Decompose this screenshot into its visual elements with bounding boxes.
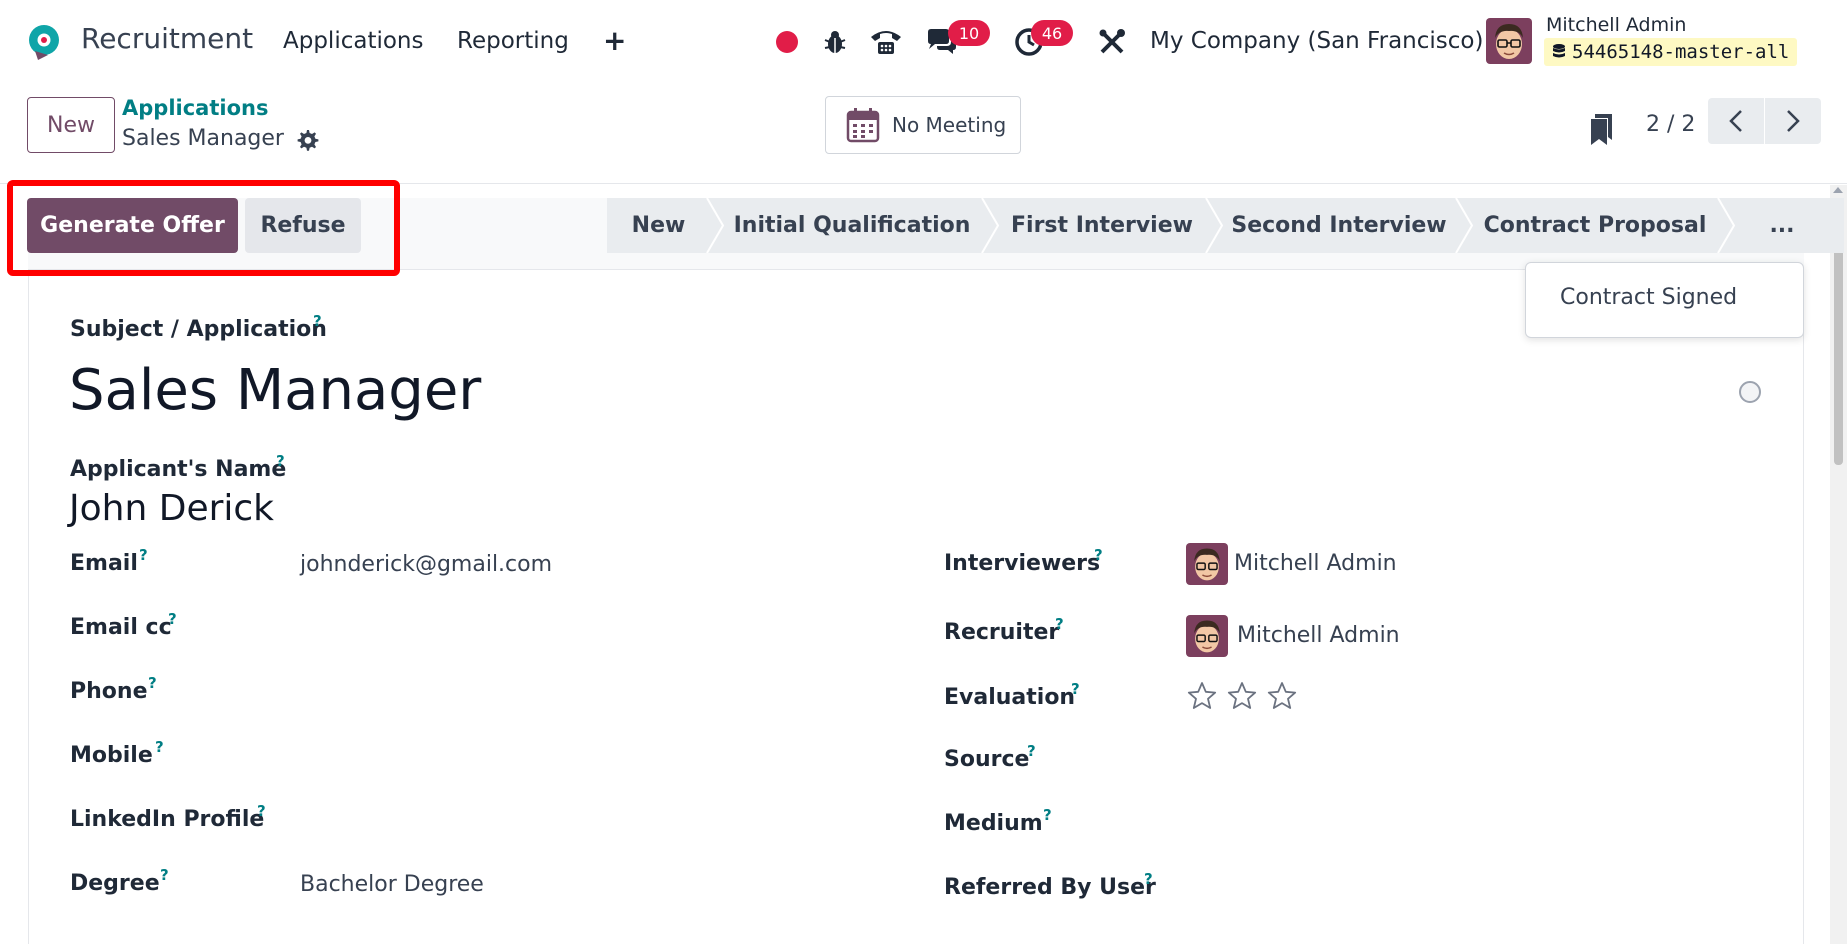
help-tooltip-icon[interactable]: ? [1055,615,1064,633]
refuse-button[interactable]: Refuse [245,198,361,253]
stage-new[interactable]: New [607,198,710,253]
star-icon[interactable] [1226,680,1258,712]
help-tooltip-icon[interactable]: ? [160,866,169,884]
pager-previous-button[interactable] [1708,98,1764,144]
control-panel: New Applications Sales Manager No Meetin… [0,84,1847,184]
recruitment-logo-icon[interactable] [24,22,64,62]
settings-tools-icon[interactable] [1097,24,1127,60]
help-tooltip-icon[interactable]: ? [1144,870,1153,888]
star-icon[interactable] [1186,680,1218,712]
database-name: 54465148-master-all [1572,41,1790,63]
help-tooltip-icon[interactable]: ? [155,738,164,756]
interviewers-label: Interviewers [944,551,1101,576]
help-tooltip-icon[interactable]: ? [1094,546,1103,564]
app-name[interactable]: Recruitment [81,22,253,55]
database-icon [1553,44,1565,58]
recruiter-avatar [1186,615,1228,657]
scroll-up-arrow-icon[interactable] [1833,187,1843,193]
stage-contract-signed[interactable]: Contract Signed [1560,285,1737,310]
activities-count-badge: 46 [1031,20,1073,46]
menu-reporting[interactable]: Reporting [457,28,569,54]
mobile-label: Mobile [70,743,153,768]
chevron-right-icon [1787,110,1800,132]
help-tooltip-icon[interactable]: ? [276,452,285,470]
meeting-label: No Meeting [892,113,1007,137]
help-tooltip-icon[interactable]: ? [148,674,157,692]
calendar-icon [846,108,880,143]
linkedin-profile-label: LinkedIn Profile [70,807,265,832]
stage-first-interview[interactable]: First Interview [996,198,1208,253]
source-label: Source [944,747,1030,772]
applicant-name-value[interactable]: John Derick [69,488,274,529]
phone-field[interactable] [300,680,860,708]
referred-by-user-label: Referred By User [944,875,1156,900]
recording-icon[interactable] [774,24,800,60]
bookmark-icon[interactable] [1590,112,1614,146]
help-tooltip-icon[interactable]: ? [1027,742,1036,760]
gear-icon[interactable] [295,128,319,152]
bug-icon[interactable] [820,24,850,60]
email-label: Email [70,551,138,576]
interviewers-field[interactable]: Mitchell Admin [1234,551,1397,576]
mobile-field[interactable] [300,744,860,772]
medium-label: Medium [944,811,1043,836]
subject-label: Subject / Application [70,317,327,342]
chevron-left-icon [1729,110,1742,132]
source-field[interactable] [1186,748,1746,776]
stage-contract-proposal[interactable]: Contract Proposal [1470,198,1720,253]
user-name[interactable]: Mitchell Admin [1546,14,1686,36]
star-icon[interactable] [1266,680,1298,712]
applicant-name-label: Applicant's Name [70,457,287,482]
pager-value[interactable]: 2 / 2 [1646,112,1695,137]
breadcrumb-current: Sales Manager [122,126,284,151]
company-switcher[interactable]: My Company (San Francisco) [1150,28,1483,54]
messages-count-badge: 10 [948,20,990,46]
help-tooltip-icon[interactable]: ? [1043,806,1052,824]
help-tooltip-icon[interactable]: ? [139,546,148,564]
degree-label: Degree [70,871,160,896]
plus-icon[interactable]: + [603,24,626,57]
user-avatar[interactable] [1486,18,1532,64]
menu-applications[interactable]: Applications [283,28,424,54]
top-navbar: Recruitment Applications Reporting + 10 [0,0,1847,84]
degree-field[interactable]: Bachelor Degree [300,872,484,897]
stage-second-interview[interactable]: Second Interview [1220,198,1458,253]
new-record-button[interactable]: New [27,97,115,153]
recruiter-field[interactable]: Mitchell Admin [1237,623,1400,648]
help-tooltip-icon[interactable]: ? [313,312,322,330]
application-title[interactable]: Sales Manager [69,358,481,423]
linkedin-profile-field[interactable] [300,808,860,836]
stage-initial-qualification[interactable]: Initial Qualification [720,198,984,253]
meeting-button[interactable]: No Meeting [825,96,1021,154]
generate-offer-button[interactable]: Generate Offer [27,198,238,253]
stage-more-button[interactable]: ... [1720,198,1844,253]
priority-status-icon[interactable] [1739,381,1761,403]
interviewer-avatar [1186,543,1228,585]
breadcrumb-applications[interactable]: Applications [122,96,268,120]
medium-field[interactable] [1186,812,1746,840]
phone-icon[interactable] [868,24,904,60]
help-tooltip-icon[interactable]: ? [1071,680,1080,698]
email-cc-field[interactable] [300,616,860,644]
referred-by-user-field[interactable] [1186,876,1746,904]
phone-label: Phone [70,679,148,704]
help-tooltip-icon[interactable]: ? [257,802,266,820]
database-chip: 54465148-master-all [1544,38,1798,66]
recruiter-label: Recruiter [944,620,1060,645]
email-field[interactable]: johnderick@gmail.com [300,552,552,577]
pager-next-button[interactable] [1765,98,1821,144]
help-tooltip-icon[interactable]: ? [168,610,177,628]
email-cc-label: Email cc [70,615,172,640]
evaluation-label: Evaluation [944,685,1076,710]
